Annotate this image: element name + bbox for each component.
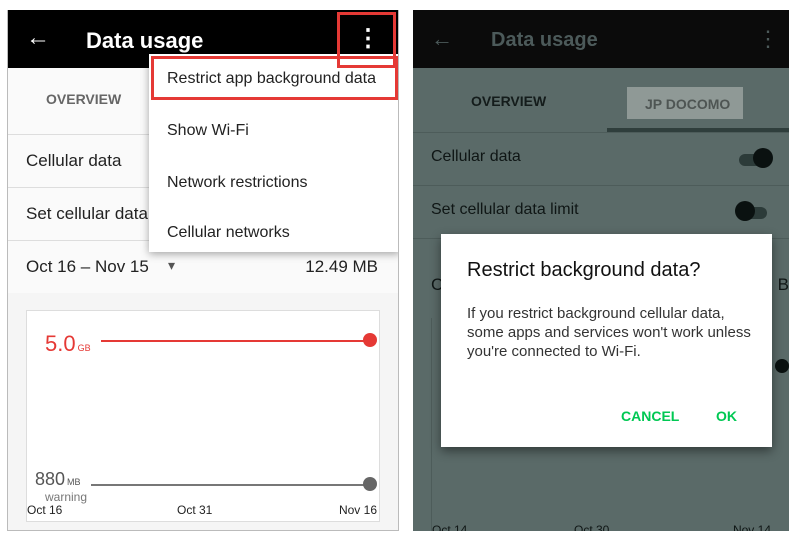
- cellular-data-row-dimmed: Cellular data: [413, 133, 789, 186]
- page-title-dimmed: Data usage: [491, 29, 598, 51]
- set-cellular-data-label: Set cellular data: [26, 204, 148, 223]
- menu-item-network-restrictions[interactable]: Network restrictions: [167, 174, 307, 192]
- more-vert-icon: ⋮: [757, 26, 779, 51]
- warning-label: 880 MB: [35, 469, 81, 490]
- data-warning-handle[interactable]: [363, 477, 377, 491]
- limit-value: 5.0: [45, 331, 76, 356]
- cycle-usage-value: 12.49 MB: [305, 257, 378, 276]
- data-warning-line[interactable]: [91, 484, 369, 486]
- limit-unit: GB: [77, 343, 91, 353]
- cellular-data-toggle-knob: [753, 148, 773, 168]
- tab-carrier-label: JP DOCOMO: [645, 96, 731, 112]
- x-axis-label-mid: Oct 30: [574, 523, 610, 531]
- chart-handle-partial: [775, 359, 789, 373]
- tab-bar-dimmed: OVERVIEW JP DOCOMO: [413, 68, 789, 133]
- tab-carrier: JP DOCOMO: [627, 87, 743, 119]
- ok-button[interactable]: OK: [716, 408, 737, 424]
- tab-underline: [607, 128, 789, 132]
- tab-overview: OVERVIEW: [471, 93, 547, 109]
- dialog-title: Restrict background data?: [467, 259, 701, 281]
- data-usage-screen-right: ← Data usage ⋮ OVERVIEW JP DOCOMO Cellul…: [413, 10, 789, 531]
- cellular-data-label: Cellular data: [431, 148, 521, 165]
- page-title: Data usage: [86, 28, 204, 53]
- warning-caption: warning: [45, 490, 88, 504]
- limit-label: 5.0 GB: [45, 331, 91, 357]
- restrict-background-dialog: Restrict background data? If you restric…: [441, 234, 772, 447]
- x-axis-label-end: Nov 14: [732, 523, 771, 531]
- warning-unit: MB: [67, 477, 81, 487]
- arrow-drop-down-icon[interactable]: ▾: [168, 257, 175, 274]
- billing-cycle-range: Oct 16 – Nov 15: [26, 257, 149, 276]
- menu-item-cellular-networks[interactable]: Cellular networks: [167, 224, 290, 242]
- data-usage-screen-left: ← Data usage ⋮ OVERVIEW Cellular data Se…: [7, 10, 399, 531]
- data-limit-handle[interactable]: [363, 333, 377, 347]
- arrow-back-icon: ←: [431, 26, 453, 51]
- cancel-button[interactable]: CANCEL: [621, 408, 679, 424]
- data-limit-toggle-knob: [735, 201, 755, 221]
- menu-button-highlight: [337, 12, 396, 68]
- x-axis-label-mid: Oct 31: [177, 503, 213, 517]
- data-limit-line[interactable]: [101, 340, 369, 342]
- warning-value: 880: [35, 469, 66, 489]
- app-bar-dimmed: ← Data usage ⋮: [413, 10, 789, 68]
- cellular-data-label: Cellular data: [26, 151, 122, 170]
- x-axis-label-start: Oct 14: [432, 523, 468, 531]
- menu-item-show-wifi[interactable]: Show Wi-Fi: [167, 122, 249, 140]
- x-axis-label-start: Oct 16: [27, 503, 63, 517]
- set-cellular-data-limit-row-dimmed: Set cellular data limit: [413, 186, 789, 239]
- arrow-back-icon[interactable]: ←: [26, 24, 50, 52]
- x-axis-label-end: Nov 16: [338, 503, 377, 517]
- usage-partial-text: B: [777, 275, 789, 294]
- usage-chart: 5.0 GB 880 MB warning Oct 16 Oct 31 Nov 16: [26, 310, 380, 522]
- dialog-message: If you restrict background cellular data…: [467, 305, 751, 360]
- tab-overview[interactable]: OVERVIEW: [46, 91, 121, 107]
- set-cellular-data-label: Set cellular data limit: [431, 201, 579, 218]
